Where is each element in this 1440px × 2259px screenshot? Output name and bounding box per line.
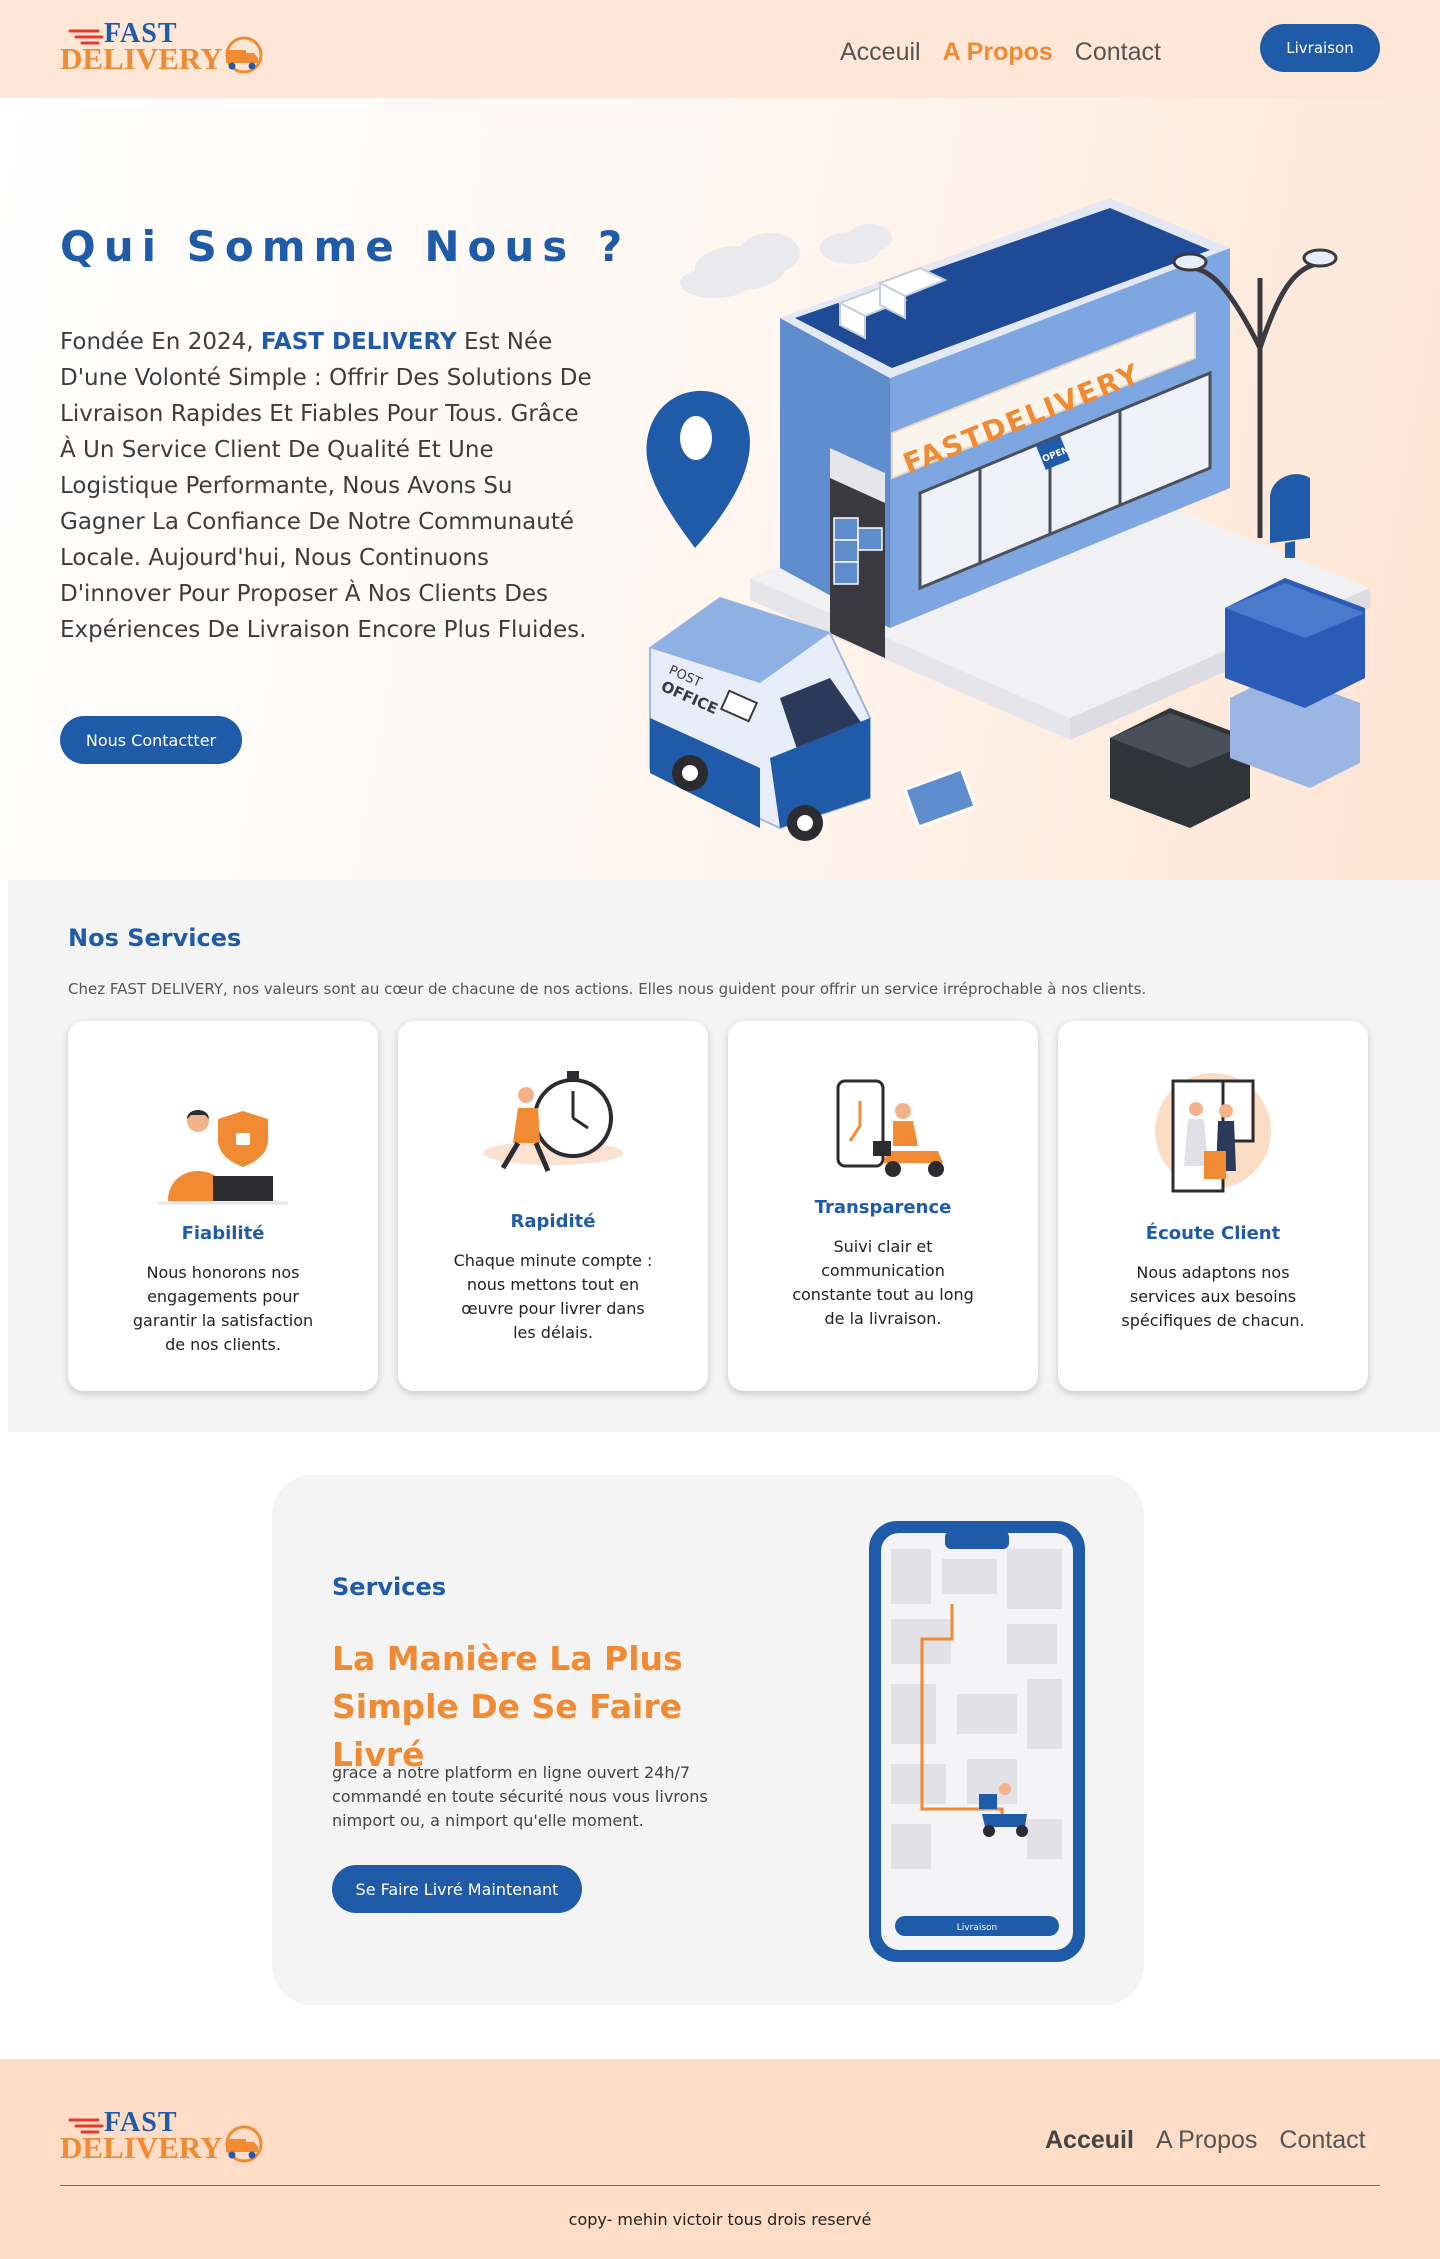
nav-a-propos[interactable]: A Propos	[943, 38, 1053, 67]
service-card-title: Écoute Client	[1145, 1223, 1281, 1244]
delivery-store-illustration: FASTDELIVERY OPEN POST OFFICE	[646, 198, 1370, 841]
footer-nav-a-propos[interactable]: A Propos	[1156, 2126, 1257, 2155]
phone-livraison-button: Livraison	[957, 1923, 997, 1933]
service-card-title: Fiabilité	[181, 1223, 265, 1244]
services-section: Nos Services Chez FAST DELIVERY, nos val…	[8, 880, 1440, 1432]
phone-map-mockup: Livraison	[869, 1521, 1085, 1962]
location-pin-icon	[646, 390, 750, 548]
service-card-title: Rapidité	[510, 1211, 596, 1232]
stopwatch-runner-icon	[483, 1071, 623, 1172]
get-delivered-button[interactable]: Se Faire Livré Maintenant	[332, 1865, 582, 1913]
nav-acceuil[interactable]: Acceuil	[840, 38, 921, 67]
cloud-icon	[680, 224, 892, 298]
promo-title: La Manière La Plus Simple De Se Faire Li…	[332, 1639, 683, 1774]
service-card-text: Chaque minute compte : nous mettons tout…	[453, 1251, 653, 1342]
service-card-title: Transparence	[814, 1197, 952, 1218]
phone-scooter-icon	[836, 1079, 944, 1177]
page-title: Qui Somme Nous ?	[60, 222, 631, 271]
footer-brand-logo[interactable]: FAST DELIVERY	[60, 2107, 265, 2167]
livraison-button[interactable]: Livraison	[1260, 24, 1380, 72]
promo-text: grace a notre platform en ligne ouvert 2…	[332, 1763, 708, 1830]
copyright-text: copy- mehin victoir tous drois reservé	[568, 2210, 872, 2229]
service-card-text: Suivi clair et communication constante t…	[792, 1237, 974, 1328]
service-card-fiabilite: Fiabilité Nous honorons nos engagements …	[68, 1021, 378, 1391]
brand-logo[interactable]: FAST DELIVERY	[60, 18, 265, 78]
services-subtitle: Chez FAST DELIVERY, nos valeurs sont au …	[68, 980, 1147, 998]
delivery-truck-icon	[225, 2125, 263, 2163]
services-promo: Services La Manière La Plus Simple De Se…	[272, 1475, 1144, 2005]
footer: FAST DELIVERY Acceuil A Propos Contact c…	[0, 2059, 1440, 2259]
shield-laptop-icon	[158, 1110, 288, 1205]
logo-text-delivery: DELIVERY	[60, 41, 223, 76]
footer-nav-contact[interactable]: Contact	[1279, 2126, 1365, 2155]
service-card-ecoute-client: Écoute Client Nous adaptons nos services…	[1058, 1021, 1368, 1391]
service-card-text: Nous honorons nos engagements pour garan…	[132, 1263, 314, 1354]
nav-contact[interactable]: Contact	[1075, 38, 1161, 67]
main-nav: Acceuil A Propos Contact	[840, 38, 1161, 67]
about-text-end: Est Née D'une Volonté Simple : Offrir De…	[60, 329, 592, 643]
footer-divider	[60, 2185, 1380, 2186]
logo-text-delivery: DELIVERY	[60, 2130, 223, 2165]
door-delivery-icon	[1155, 1073, 1271, 1193]
service-card-rapidite: Rapidité Chaque minute compte : nous met…	[398, 1021, 708, 1391]
header: FAST DELIVERY Acceuil A Propos Contact L…	[0, 0, 1440, 98]
service-card-text: Nous adaptons nos services aux besoins s…	[1121, 1263, 1305, 1330]
footer-nav: Acceuil A Propos Contact	[1045, 2126, 1366, 2155]
footer-nav-acceuil[interactable]: Acceuil	[1045, 2126, 1134, 2155]
mailbox-icon	[1270, 474, 1310, 558]
services-title: Nos Services	[68, 924, 242, 952]
promo-label: Services	[332, 1573, 447, 1601]
contact-button[interactable]: Nous Contactter	[60, 716, 242, 764]
about-text: Fondée En 2024, FAST DELIVERY Est Née D'…	[60, 324, 600, 648]
about-brand-name: FAST DELIVERY	[260, 329, 457, 355]
about-text-start: Fondée En 2024,	[60, 329, 261, 355]
delivery-truck-icon	[225, 36, 263, 74]
service-card-transparence: Transparence Suivi clair et communicatio…	[728, 1021, 1038, 1391]
about-hero: Qui Somme Nous ? Fondée En 2024, FAST DE…	[0, 98, 1440, 880]
